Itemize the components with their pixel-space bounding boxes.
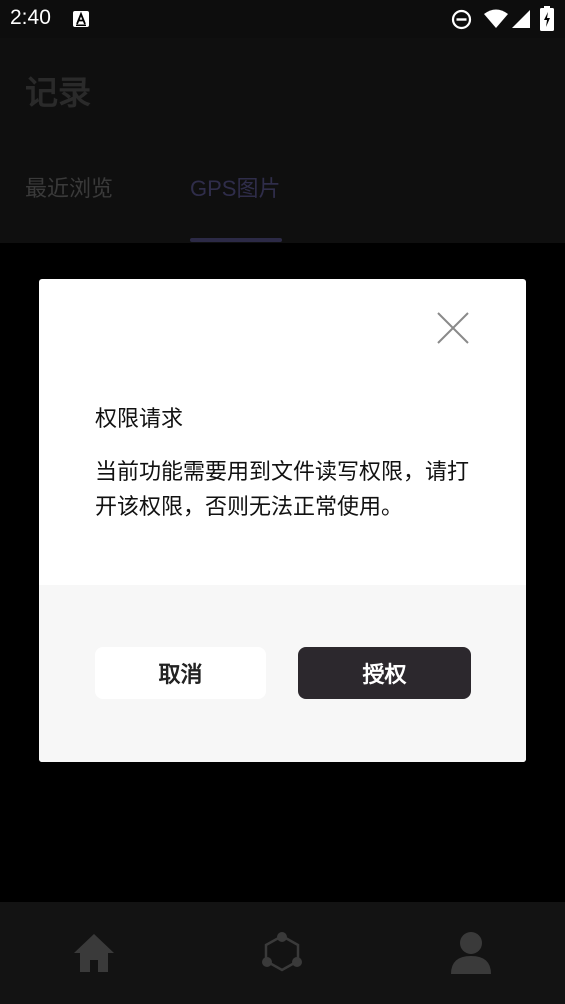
tab-gps-photos[interactable]: GPS图片 (190, 171, 280, 203)
cellular-signal-icon (512, 10, 530, 28)
user-icon[interactable] (449, 931, 493, 975)
app-header: 记录 最近浏览 GPS图片 (0, 38, 565, 243)
tab-recent[interactable]: 最近浏览 (25, 171, 113, 203)
dialog-footer: 取消 授权 (39, 585, 526, 762)
tab-active-indicator (190, 238, 282, 242)
cancel-button[interactable]: 取消 (95, 647, 266, 699)
bottom-navigation (0, 902, 565, 1004)
home-icon[interactable] (72, 932, 116, 974)
permission-dialog: 权限请求 当前功能需要用到文件读写权限，请打开该权限，否则无法正常使用。 取消 … (39, 279, 526, 762)
wifi-icon (484, 9, 508, 28)
dialog-title: 权限请求 (95, 407, 184, 432)
notification-a-icon (73, 11, 89, 27)
page-title: 记录 (25, 73, 91, 112)
hexagon-network-icon[interactable] (260, 931, 304, 975)
status-time: 2:40 (10, 6, 51, 29)
do-not-disturb-icon (451, 9, 472, 30)
battery-charging-icon (540, 6, 554, 31)
grant-button[interactable]: 授权 (298, 647, 471, 699)
status-bar: 2:40 (0, 0, 565, 38)
close-icon[interactable] (434, 309, 472, 347)
dialog-message: 当前功能需要用到文件读写权限，请打开该权限，否则无法正常使用。 (95, 460, 470, 520)
